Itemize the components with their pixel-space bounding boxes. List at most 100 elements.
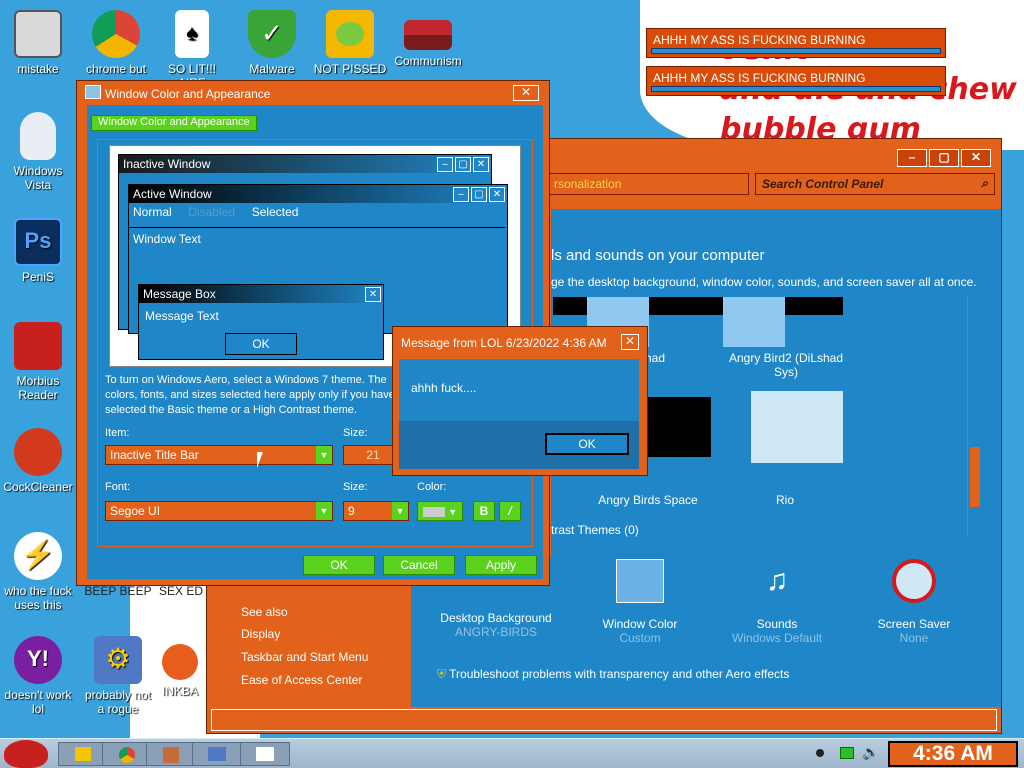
minimize-icon: –: [437, 157, 453, 172]
chevron-down-icon: ▼: [316, 446, 332, 464]
ok-label: OK: [330, 558, 348, 572]
close-icon: ✕: [365, 287, 381, 302]
italic-button[interactable]: /: [499, 501, 521, 521]
color-picker[interactable]: ▼: [417, 501, 463, 521]
taskbar-clock[interactable]: 4:36 AM: [888, 741, 1018, 767]
desktop-icon-cleaner[interactable]: CockCleaner: [0, 428, 76, 494]
desktop-icon-photoshop[interactable]: Ps PeniS: [0, 218, 76, 284]
sounds-item[interactable]: ♫ Sounds Windows Default: [712, 559, 842, 645]
taskbar-chrome[interactable]: [102, 742, 152, 766]
close-button[interactable]: ✕: [513, 85, 539, 101]
gear-icon: ⚙: [94, 636, 142, 684]
desktop-icon-malware[interactable]: ✓ Malware: [234, 10, 310, 76]
desktop: t shit and die and chew bubble gum mista…: [0, 0, 1024, 738]
desktop-icon-label: CockCleaner: [3, 480, 73, 494]
taskbar-explorer[interactable]: [58, 742, 108, 766]
preview-menu: Normal Disabled Selected: [129, 203, 507, 223]
notification-2[interactable]: AHHH MY ASS IS FUCKING BURNING: [646, 66, 946, 96]
font-size-label: Size:: [343, 481, 368, 493]
apply-label: Apply: [485, 558, 517, 572]
font-size-select[interactable]: 9 ▼: [343, 501, 409, 521]
desktop-icon-inkba[interactable]: INKBA: [150, 644, 210, 698]
link-display[interactable]: Display: [241, 627, 280, 641]
desktop-icon-label: BEEP BEEP: [84, 584, 152, 598]
window-color-item[interactable]: Window Color Custom: [575, 559, 705, 645]
mouse-cursor: [257, 452, 263, 468]
page-title: ls and sounds on your computer: [551, 247, 765, 264]
monitor-icon: [208, 747, 226, 761]
taskbar-window-color[interactable]: [240, 742, 290, 766]
message-dialog: Message from LOL 6/23/2022 4:36 AM ✕ ahh…: [392, 326, 648, 476]
link-taskbar[interactable]: Taskbar and Start Menu: [241, 650, 368, 664]
emblem-icon: [404, 20, 452, 50]
desktop-icon-solitaire[interactable]: ♠ SO LIT!!! AIRE: [154, 10, 230, 90]
taskbar-app-3[interactable]: [146, 742, 196, 766]
item-title: Desktop Background: [440, 611, 552, 625]
address-bar[interactable]: rsonalization: [549, 173, 749, 195]
apply-button[interactable]: Apply: [465, 555, 537, 575]
desktop-icon-rogue[interactable]: ⚙ probably not a rogue: [80, 636, 156, 716]
desktop-icon-communism[interactable]: Communism: [390, 10, 466, 68]
menu-normal: Normal: [133, 205, 172, 219]
close-button[interactable]: ✕: [961, 149, 991, 167]
desktop-icon-label: Communism: [394, 54, 462, 68]
theme-label-3: Angry Birds Space: [598, 493, 698, 507]
desktop-icon-not-pissed[interactable]: NOT PISSED: [312, 10, 388, 76]
message-box-title: Message Box: [143, 287, 216, 301]
close-button[interactable]: ✕: [621, 334, 639, 350]
music-icon: ♫: [765, 564, 789, 597]
theme-preview-4[interactable]: [751, 391, 843, 463]
pin-icon: [162, 644, 198, 680]
theme-preview-2[interactable]: [723, 297, 785, 347]
tray-icon[interactable]: [816, 749, 824, 757]
item-select[interactable]: Inactive Title Bar ▼: [105, 445, 333, 465]
troubleshoot-link[interactable]: ⛨ Troubleshoot problems with transparenc…: [437, 667, 789, 682]
desktop-icon-label: doesn't work lol: [4, 688, 72, 716]
cancel-button[interactable]: Cancel: [383, 555, 455, 575]
scrollbar-thumb[interactable]: [970, 447, 980, 507]
maximize-button[interactable]: ▢: [929, 149, 959, 167]
screen-saver-item[interactable]: Screen Saver None: [849, 559, 979, 645]
desktop-icon-yahoo[interactable]: Y! doesn't work lol: [0, 636, 76, 716]
window-text-label: Window Text: [133, 232, 201, 246]
menu-selected: Selected: [251, 205, 299, 219]
desktop-icon-label: Malware: [249, 62, 295, 76]
minimize-icon: –: [453, 187, 469, 202]
volume-icon[interactable]: 🔈: [862, 744, 879, 761]
search-input[interactable]: Search Control Panel ⌕: [755, 173, 995, 195]
notification-1[interactable]: AHHH MY ASS IS FUCKING BURNING: [646, 28, 946, 58]
menu-disabled: Disabled: [188, 205, 236, 219]
item-subtitle: Custom: [619, 631, 661, 645]
desktop-icon-reader[interactable]: Morbius Reader: [0, 322, 76, 402]
cleaner-icon: [14, 428, 62, 476]
font-select[interactable]: Segoe UI ▼: [105, 501, 333, 521]
message-ok-button[interactable]: OK: [545, 433, 629, 455]
tab-window-color[interactable]: Window Color and Appearance: [91, 115, 257, 131]
link-ease-of-access[interactable]: Ease of Access Center: [241, 673, 362, 687]
photoshop-icon: Ps: [14, 218, 62, 266]
message-text: ahhh fuck....: [411, 381, 477, 395]
scrollbar[interactable]: [967, 297, 983, 535]
bin-icon: [20, 112, 56, 160]
start-button[interactable]: [4, 740, 48, 768]
desktop-icon-chrome[interactable]: chrome but: [78, 10, 154, 76]
folder-icon: [75, 747, 91, 761]
minimize-button[interactable]: –: [897, 149, 927, 167]
taskbar-personalization[interactable]: [192, 742, 242, 766]
notification-text: AHHH MY ASS IS FUCKING BURNING: [653, 71, 866, 85]
bold-button[interactable]: B: [473, 501, 495, 521]
desktop-icon-mistake[interactable]: mistake: [0, 10, 76, 76]
clock-text: 4:36 AM: [913, 742, 993, 765]
chevron-down-icon: ▼: [392, 502, 408, 520]
app-icon: [163, 747, 179, 763]
battery-icon[interactable]: [840, 747, 854, 759]
desktop-icon-bolt[interactable]: ⚡ who the fuck uses this: [0, 532, 76, 612]
search-icon: ⌕: [981, 176, 988, 190]
aero-description: To turn on Windows Aero, select a Window…: [105, 374, 395, 416]
desktop-icon-beep[interactable]: BEEP BEEP: [80, 584, 156, 598]
ok-button[interactable]: OK: [303, 555, 375, 575]
font-value: Segoe UI: [110, 504, 161, 518]
notification-text: AHHH MY ASS IS FUCKING BURNING: [653, 33, 866, 47]
theme-preview-3[interactable]: [647, 397, 711, 457]
desktop-icon-windows-vista[interactable]: Windows Vista: [0, 112, 76, 192]
